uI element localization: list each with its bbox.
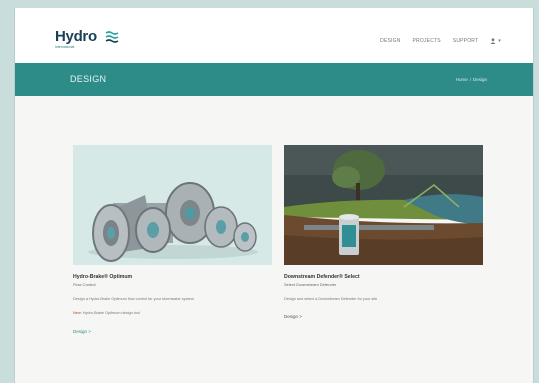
site-header: Hydro International DESIGN PROJECTS SUPP… xyxy=(15,8,533,63)
card-note-highlight: New: xyxy=(73,311,82,315)
breadcrumb-separator: / xyxy=(469,77,471,82)
logo-wordmark: Hydro xyxy=(55,28,97,45)
card-note: New: Hydro-Brake Optimum design tool xyxy=(73,311,272,315)
design-link-optimum[interactable]: Design > xyxy=(73,329,272,334)
product-image-downstream-defender[interactable] xyxy=(284,145,483,265)
main-content: Hydro-Brake® Optimum Flow Control Design… xyxy=(15,96,533,383)
user-menu[interactable]: ▾ xyxy=(490,38,501,44)
site-logo[interactable]: Hydro International xyxy=(55,28,125,52)
browser-page: Hydro International DESIGN PROJECTS SUPP… xyxy=(14,8,534,383)
card-subtitle: Select Downstream Defender xyxy=(284,282,337,287)
card-title[interactable]: Downstream Defender® Select xyxy=(284,274,483,280)
logo-subtext: International xyxy=(55,45,75,49)
chevron-down-icon: ▾ xyxy=(498,38,501,44)
page-title: DESIGN xyxy=(70,74,107,84)
optimum-illustration xyxy=(73,145,272,265)
breadcrumb-home[interactable]: Home xyxy=(456,77,468,82)
card-description: Design and select a Downstream Defender … xyxy=(284,297,378,301)
downstream-defender-illustration xyxy=(284,145,483,265)
logo-waves-icon xyxy=(105,31,119,43)
page-banner: DESIGN Home / Design xyxy=(15,63,533,96)
main-nav: DESIGN PROJECTS SUPPORT ▾ xyxy=(380,38,501,44)
design-link-downstream-defender[interactable]: Design > xyxy=(284,314,483,319)
card-description: Design a Hydro-Brake Optimum flow contro… xyxy=(73,297,194,301)
card-subtitle: Flow Control xyxy=(73,282,96,287)
card-note-text: Hydro-Brake Optimum design tool xyxy=(82,311,140,315)
nav-item-projects[interactable]: PROJECTS xyxy=(413,38,441,44)
breadcrumb: Home / Design xyxy=(456,77,487,82)
user-icon xyxy=(490,38,496,44)
breadcrumb-current: Design xyxy=(472,77,487,82)
nav-item-support[interactable]: SUPPORT xyxy=(453,38,478,44)
product-card-downstream-defender: Downstream Defender® Select Select Downs… xyxy=(284,145,483,319)
product-image-optimum[interactable] xyxy=(73,145,272,265)
product-card-optimum: Hydro-Brake® Optimum Flow Control Design… xyxy=(73,145,272,334)
nav-item-design[interactable]: DESIGN xyxy=(380,38,400,44)
card-title[interactable]: Hydro-Brake® Optimum xyxy=(73,274,272,280)
